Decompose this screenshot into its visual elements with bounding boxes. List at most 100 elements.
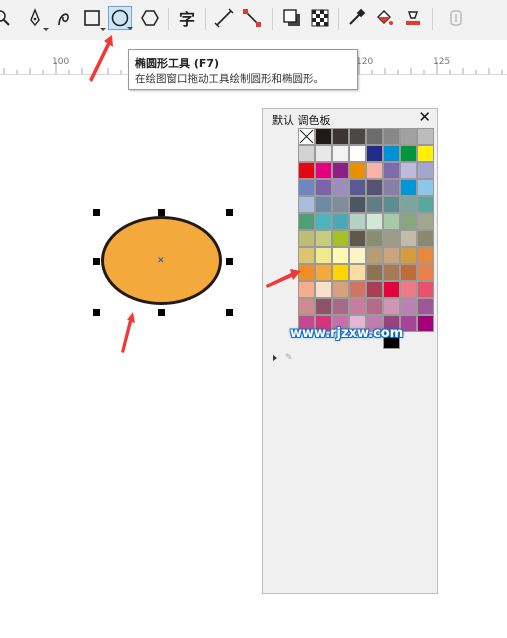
color-swatch[interactable] [315, 162, 332, 179]
color-swatch[interactable] [366, 298, 383, 315]
interactive-fill-tool-button[interactable] [372, 6, 396, 30]
color-swatch[interactable] [349, 196, 366, 213]
color-swatch[interactable] [366, 264, 383, 281]
color-swatch[interactable] [298, 230, 315, 247]
color-swatch[interactable] [349, 128, 366, 145]
color-swatch[interactable] [366, 281, 383, 298]
color-swatch[interactable] [315, 247, 332, 264]
color-swatch[interactable] [417, 145, 434, 162]
color-swatch[interactable] [383, 281, 400, 298]
artistic-media-tool-button[interactable] [52, 6, 76, 30]
zoom-tool-button[interactable] [0, 6, 16, 30]
color-swatch[interactable] [332, 196, 349, 213]
color-swatch[interactable] [383, 162, 400, 179]
color-swatch[interactable] [332, 281, 349, 298]
selection-handle[interactable] [226, 209, 233, 216]
selection-handle[interactable] [93, 258, 100, 265]
color-swatch[interactable] [349, 145, 366, 162]
selection-handle[interactable] [93, 309, 100, 316]
color-swatch[interactable] [315, 264, 332, 281]
transparency-tool-button[interactable] [308, 6, 332, 30]
selection-handle[interactable] [158, 309, 165, 316]
color-swatch[interactable] [383, 213, 400, 230]
color-swatch[interactable] [349, 162, 366, 179]
color-swatch[interactable] [383, 298, 400, 315]
dimension-tool-button[interactable] [212, 6, 236, 30]
color-swatch[interactable] [366, 247, 383, 264]
color-swatch[interactable] [349, 213, 366, 230]
color-swatch[interactable] [332, 128, 349, 145]
color-swatch[interactable] [383, 264, 400, 281]
color-swatch[interactable] [417, 179, 434, 196]
color-swatch[interactable] [383, 196, 400, 213]
color-swatch[interactable] [349, 264, 366, 281]
lock-object-button[interactable] [444, 6, 468, 30]
connector-tool-button[interactable] [240, 6, 264, 30]
color-swatch[interactable] [400, 196, 417, 213]
color-swatch[interactable] [366, 179, 383, 196]
color-swatch[interactable] [417, 281, 434, 298]
color-swatch[interactable] [417, 264, 434, 281]
color-swatch[interactable] [298, 298, 315, 315]
color-swatch[interactable] [349, 179, 366, 196]
color-swatch[interactable] [298, 179, 315, 196]
color-swatch[interactable] [417, 230, 434, 247]
color-swatch[interactable] [383, 145, 400, 162]
color-swatch[interactable] [400, 213, 417, 230]
color-swatch[interactable] [298, 145, 315, 162]
color-swatch[interactable] [400, 247, 417, 264]
color-swatch[interactable] [349, 247, 366, 264]
color-swatch[interactable] [383, 247, 400, 264]
drop-shadow-tool-button[interactable] [280, 6, 304, 30]
color-swatch[interactable] [400, 298, 417, 315]
color-swatch[interactable] [298, 281, 315, 298]
color-swatch[interactable] [298, 196, 315, 213]
color-swatch[interactable] [315, 145, 332, 162]
close-icon[interactable]: ✕ [418, 108, 431, 126]
color-swatch[interactable] [349, 230, 366, 247]
color-swatch[interactable] [298, 247, 315, 264]
color-swatch[interactable] [315, 281, 332, 298]
color-swatch[interactable] [332, 230, 349, 247]
color-swatch[interactable] [400, 264, 417, 281]
color-swatch[interactable] [315, 196, 332, 213]
color-swatch[interactable] [315, 298, 332, 315]
eyedropper-tool-button[interactable] [344, 6, 368, 30]
color-swatch[interactable] [400, 281, 417, 298]
color-swatch[interactable] [315, 213, 332, 230]
color-swatch[interactable] [417, 128, 434, 145]
color-swatch[interactable] [417, 247, 434, 264]
color-swatch[interactable] [417, 196, 434, 213]
color-swatch[interactable] [349, 281, 366, 298]
color-swatch[interactable] [366, 128, 383, 145]
color-swatch[interactable] [417, 213, 434, 230]
color-swatch[interactable] [332, 213, 349, 230]
color-swatch[interactable] [332, 247, 349, 264]
color-swatch[interactable] [332, 162, 349, 179]
color-swatch[interactable] [366, 196, 383, 213]
palette-eyedropper-icon[interactable]: ✎ [285, 353, 293, 363]
text-tool-button[interactable]: 字 [175, 6, 199, 30]
smart-fill-tool-button[interactable] [401, 6, 425, 30]
no-color-swatch[interactable] [298, 128, 315, 145]
color-swatch[interactable] [298, 213, 315, 230]
freehand-tool-button[interactable] [23, 6, 49, 31]
color-swatch[interactable] [315, 179, 332, 196]
selection-handle[interactable] [226, 309, 233, 316]
selection-handle[interactable] [93, 209, 100, 216]
color-swatch[interactable] [366, 162, 383, 179]
expand-arrow-icon[interactable] [273, 355, 277, 361]
color-swatch[interactable] [417, 315, 434, 332]
selection-handle[interactable] [158, 209, 165, 216]
color-swatch[interactable] [366, 230, 383, 247]
color-swatch[interactable] [383, 128, 400, 145]
color-swatch[interactable] [417, 298, 434, 315]
color-swatch[interactable] [400, 162, 417, 179]
selection-handle[interactable] [226, 258, 233, 265]
color-swatch[interactable] [332, 145, 349, 162]
color-swatch[interactable] [400, 145, 417, 162]
color-swatch[interactable] [400, 128, 417, 145]
ellipse-tool-button[interactable] [108, 6, 133, 30]
color-swatch[interactable] [366, 213, 383, 230]
color-swatch[interactable] [349, 298, 366, 315]
